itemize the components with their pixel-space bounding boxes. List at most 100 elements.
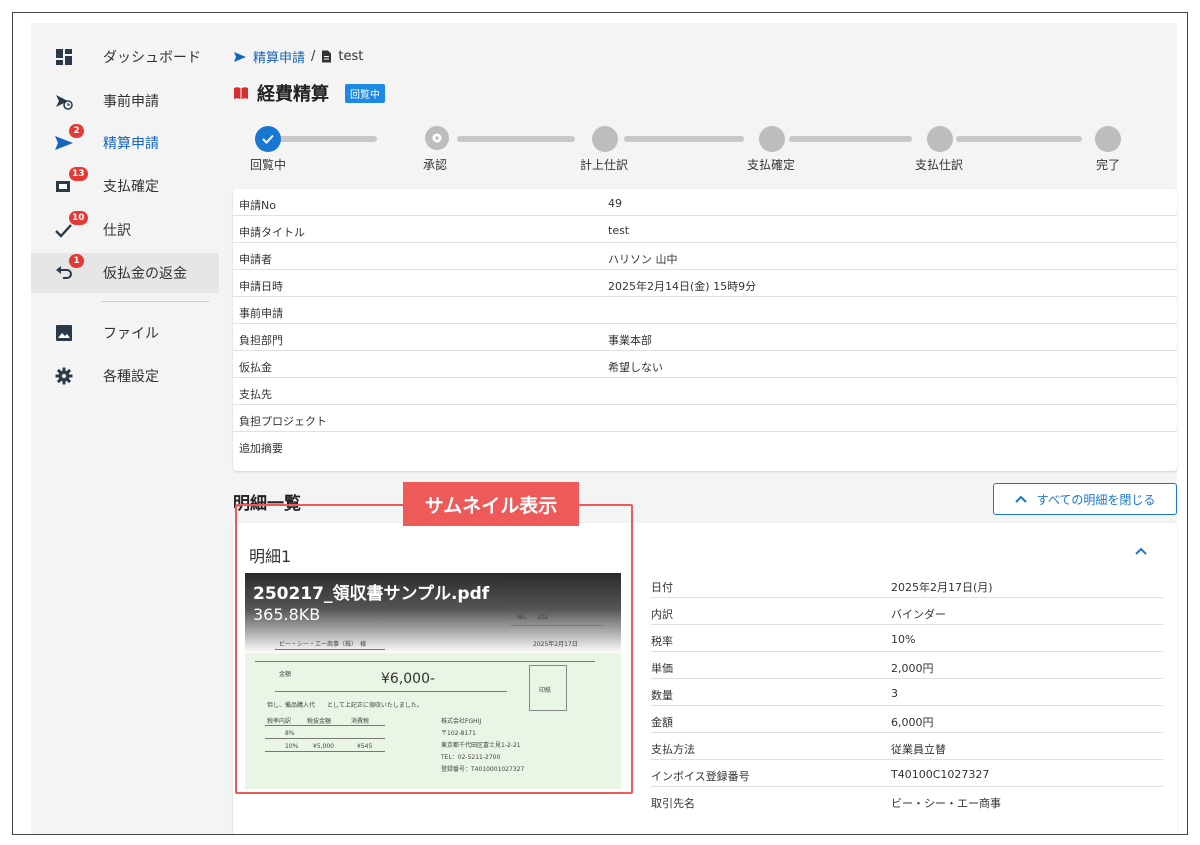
sidebar-item-label: 仕訳: [103, 223, 131, 239]
stepper-connector: [789, 136, 912, 142]
gear-icon: [51, 363, 77, 389]
stepper-connector: [269, 136, 377, 142]
info-key: 追加摘要: [239, 442, 283, 455]
field-key: 内訳: [651, 608, 673, 621]
app-frame: ダッシュボード 事前申請 2 精算申請 13 支払確定 10 仕訳 1 仮払金の…: [12, 12, 1188, 835]
info-value: 2025年2月14日(金) 15時9分: [608, 280, 757, 293]
progress-stepper: 回覧中 承認 計上仕訳 支払確定 支払仕訳 完了: [233, 126, 1163, 176]
field-value: ビー・シー・エー商事: [891, 797, 1001, 810]
document-icon: [322, 50, 332, 63]
sidebar-item-payment-confirm[interactable]: 13 支払確定: [31, 166, 219, 206]
count-badge: 10: [69, 211, 88, 225]
book-icon: [234, 87, 248, 99]
stepper-connector: [956, 136, 1082, 142]
table-row: 事前申請: [233, 297, 1177, 324]
field-value: T40100C1027327: [891, 768, 990, 781]
field-value: 10%: [891, 633, 916, 646]
check-icon: [255, 126, 281, 152]
application-info-table: 申請No 49 申請タイトル test 申請者 ハリソン 山中 申請日時 2025年2月…: [233, 189, 1177, 471]
pending-gear-icon: [425, 126, 449, 150]
field-value: 2025年2月17日(月): [891, 581, 993, 594]
step-circle: [759, 126, 785, 152]
info-key: 負担プロジェクト: [239, 415, 327, 428]
info-value: test: [608, 224, 630, 237]
info-key: 事前申請: [239, 307, 283, 320]
step-label: 支払仕訳: [915, 158, 964, 172]
sidebar: ダッシュボード 事前申請 2 精算申請 13 支払確定 10 仕訳 1 仮払金の…: [31, 23, 219, 834]
sidebar-item-dashboard[interactable]: ダッシュボード: [31, 37, 219, 77]
info-value: ハリソン 山中: [608, 253, 678, 266]
field-value: 3: [891, 687, 898, 700]
sidebar-item-label: 支払確定: [103, 179, 159, 195]
field-value: 2,000円: [891, 662, 934, 675]
page-title: 経費精算: [257, 84, 329, 105]
chevron-up-icon: [1014, 495, 1027, 503]
close-all-label: すべての明細を閉じる: [1036, 492, 1156, 507]
sidebar-item-refund[interactable]: 1 仮払金の返金: [31, 253, 219, 293]
table-row: インボイス登録番号 T40100C1027327: [651, 760, 1163, 787]
step-approval: 承認: [423, 126, 449, 172]
table-row: 数量 3: [651, 679, 1163, 706]
sidebar-item-files[interactable]: ファイル: [31, 313, 219, 353]
step-circulating: 回覧中: [250, 126, 286, 172]
detail-fields-table: 日付 2025年2月17日(月) 内訳 バインダー 税率 10% 単価 2,000円 数…: [651, 571, 1163, 814]
step-label: 承認: [423, 158, 448, 172]
sidebar-item-label: ダッシュボード: [103, 50, 201, 66]
step-label: 計上仕訳: [580, 158, 629, 172]
sidebar-item-label: 仮払金の返金: [103, 266, 187, 282]
step-circle: [1095, 126, 1121, 152]
step-label: 完了: [1096, 158, 1121, 172]
advance-request-icon: [51, 88, 77, 114]
table-row: 日付 2025年2月17日(月): [651, 571, 1163, 598]
info-key: 仮払金: [239, 361, 272, 374]
table-row: 金額 6,000円: [651, 706, 1163, 733]
breadcrumb: 精算申請 / test: [233, 47, 363, 66]
info-key: 申請者: [239, 253, 272, 266]
table-row: 申請日時 2025年2月14日(金) 15時9分: [233, 270, 1177, 297]
count-badge: 13: [69, 167, 88, 181]
send-icon: [234, 51, 246, 62]
sidebar-item-label: 事前申請: [103, 94, 159, 110]
info-value: 事業本部: [608, 334, 652, 347]
sidebar-item-label: ファイル: [103, 326, 159, 342]
info-value: 49: [608, 197, 622, 210]
collapse-detail-button[interactable]: [1131, 541, 1151, 561]
step-circle: [592, 126, 618, 152]
step-payment-confirm: 支払確定: [747, 126, 795, 172]
stepper-connector: [624, 136, 744, 142]
table-row: 支払先: [233, 378, 1177, 405]
step-accrual-journal: 計上仕訳: [580, 126, 628, 172]
sidebar-item-settings[interactable]: 各種設定: [31, 356, 219, 396]
table-row: 内訳 バインダー: [651, 598, 1163, 625]
info-key: 申請タイトル: [239, 226, 305, 239]
table-row: 単価 2,000円: [651, 652, 1163, 679]
sidebar-item-advance-request[interactable]: 事前申請: [31, 81, 219, 121]
sidebar-item-expense-claim[interactable]: 2 精算申請: [31, 123, 219, 163]
field-key: 単価: [651, 662, 673, 675]
dashboard-icon: [51, 44, 77, 70]
status-badge: 回覧中: [345, 83, 385, 103]
table-row: 取引先名 ビー・シー・エー商事: [651, 787, 1163, 814]
step-label: 回覧中: [250, 158, 287, 172]
step-circle: [927, 126, 953, 152]
field-key: 取引先名: [651, 797, 695, 810]
field-key: 数量: [651, 689, 673, 702]
step-payment-journal: 支払仕訳: [915, 126, 963, 172]
count-badge: 1: [69, 254, 84, 268]
close-all-details-button[interactable]: すべての明細を閉じる: [993, 483, 1177, 515]
table-row: 負担部門 事業本部: [233, 324, 1177, 351]
table-row: 税率 10%: [651, 625, 1163, 652]
sidebar-item-journal[interactable]: 10 仕訳: [31, 210, 219, 250]
image-file-icon: [51, 320, 77, 346]
step-complete: 完了: [1095, 126, 1121, 172]
table-row: 仮払金 希望しない: [233, 351, 1177, 378]
info-key: 申請日時: [239, 280, 283, 293]
field-key: 支払方法: [651, 743, 695, 756]
field-key: 金額: [651, 716, 673, 729]
breadcrumb-link[interactable]: 精算申請: [253, 47, 305, 66]
sidebar-item-label: 精算申請: [103, 136, 159, 152]
field-key: 日付: [651, 581, 673, 594]
info-key: 負担部門: [239, 334, 283, 347]
step-label: 支払確定: [747, 158, 796, 172]
thumbnail-highlight-frame: [235, 504, 633, 794]
